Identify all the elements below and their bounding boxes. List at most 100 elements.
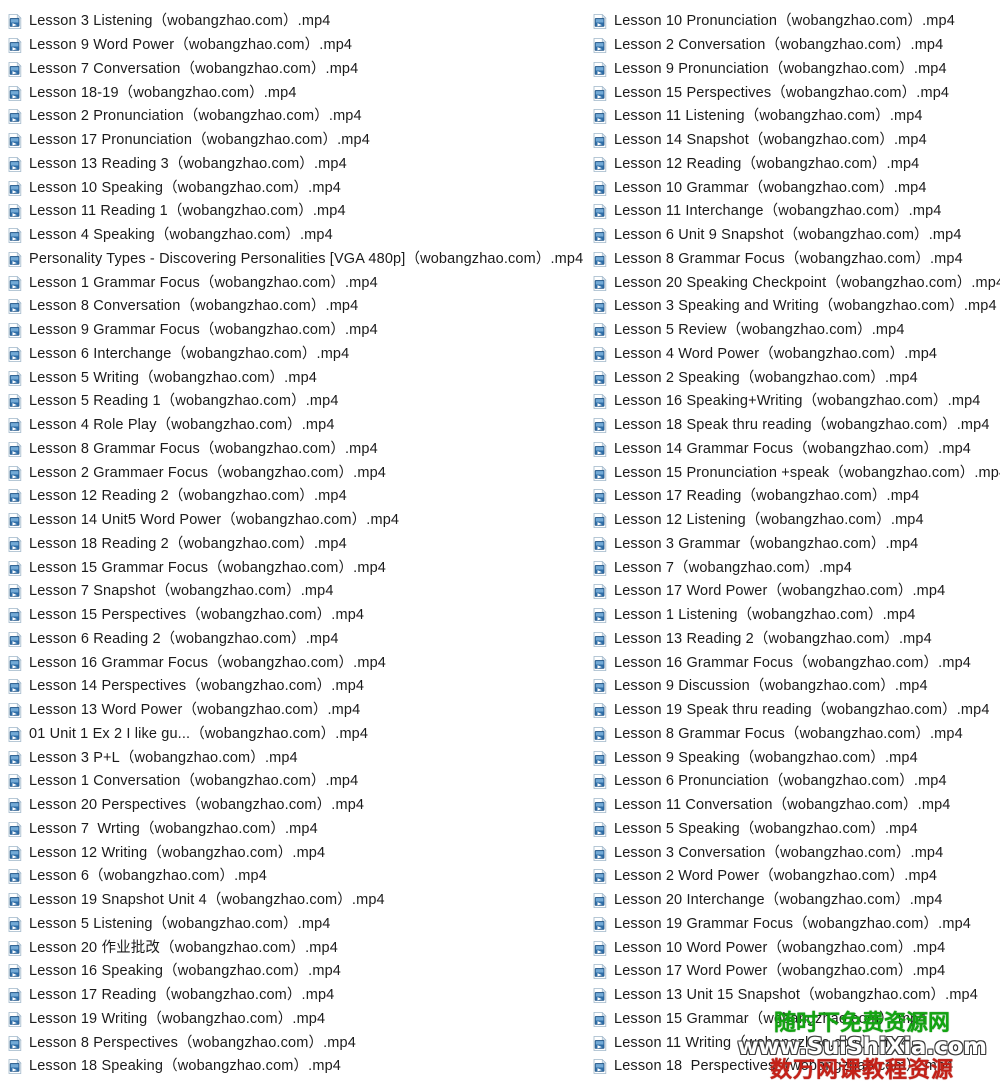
file-list-item[interactable]: Lesson 16 Grammar Focus（wobangzhao.com）.… — [8, 651, 585, 675]
file-list-item[interactable]: Lesson 5 Speaking（wobangzhao.com）.mp4 — [593, 818, 1000, 842]
file-list-item[interactable]: Lesson 5 Listening（wobangzhao.com）.mp4 — [8, 913, 585, 937]
file-list-item[interactable]: Lesson 1 Conversation（wobangzhao.com）.mp… — [8, 770, 585, 794]
file-list-item[interactable]: Lesson 16 Speaking+Writing（wobangzhao.co… — [593, 390, 1000, 414]
file-name-label: Lesson 4 Word Power（wobangzhao.com）.mp4 — [614, 345, 938, 362]
file-list-item[interactable]: Lesson 14 Perspectives（wobangzhao.com）.m… — [8, 675, 585, 699]
file-list-item[interactable]: Lesson 2 Speaking（wobangzhao.com）.mp4 — [593, 366, 1000, 390]
file-list-item[interactable]: Lesson 7 Snapshot（wobangzhao.com）.mp4 — [8, 580, 585, 604]
file-list-item[interactable]: Lesson 15 Perspectives（wobangzhao.com）.m… — [593, 81, 1000, 105]
file-list-item[interactable]: Lesson 11 Reading 1（wobangzhao.com）.mp4 — [8, 200, 585, 224]
file-list-item[interactable]: Lesson 10 Pronunciation（wobangzhao.com）.… — [593, 10, 1000, 34]
file-list-item[interactable]: Lesson 10 Speaking（wobangzhao.com）.mp4 — [8, 176, 585, 200]
file-list-item[interactable]: Lesson 12 Writing（wobangzhao.com）.mp4 — [8, 841, 585, 865]
file-list-item[interactable]: Lesson 5 Reading 1（wobangzhao.com）.mp4 — [8, 390, 585, 414]
file-list-item[interactable]: Lesson 13 Reading 2（wobangzhao.com）.mp4 — [593, 628, 1000, 652]
file-list-item[interactable]: Lesson 2 Grammaer Focus（wobangzhao.com）.… — [8, 461, 585, 485]
file-list-item[interactable]: Lesson 15 Pronunciation +speak（wobangzha… — [593, 461, 1000, 485]
file-list-item[interactable]: Lesson 4 Speaking（wobangzhao.com）.mp4 — [8, 224, 585, 248]
file-list-item[interactable]: Lesson 8 Grammar Focus（wobangzhao.com）.m… — [593, 248, 1000, 272]
file-list-item[interactable]: Lesson 18 Perspectives（wobangzhao.com）.m… — [593, 1055, 1000, 1079]
file-list-item[interactable]: Lesson 10 Word Power（wobangzhao.com）.mp4 — [593, 936, 1000, 960]
file-list-item[interactable]: Lesson 18 Speak thru reading（wobangzhao.… — [593, 414, 1000, 438]
file-name-label: Lesson 7 Wrting（wobangzhao.com）.mp4 — [29, 820, 318, 837]
file-list-item[interactable]: Lesson 16 Speaking（wobangzhao.com）.mp4 — [8, 960, 585, 984]
file-list-item[interactable]: Lesson 3 Listening（wobangzhao.com）.mp4 — [8, 10, 585, 34]
file-list-item[interactable]: Lesson 7 Conversation（wobangzhao.com）.mp… — [8, 58, 585, 82]
file-list-item[interactable]: Lesson 16 Grammar Focus（wobangzhao.com）.… — [593, 651, 1000, 675]
file-list-item[interactable]: Lesson 17 Pronunciation（wobangzhao.com）.… — [8, 129, 585, 153]
file-list-item[interactable]: Lesson 12 Reading（wobangzhao.com）.mp4 — [593, 153, 1000, 177]
file-list-item[interactable]: Lesson 4 Word Power（wobangzhao.com）.mp4 — [593, 343, 1000, 367]
file-list-item[interactable]: Lesson 11 Interchange（wobangzhao.com）.mp… — [593, 200, 1000, 224]
file-list-item[interactable]: Lesson 20 Speaking Checkpoint（wobangzhao… — [593, 271, 1000, 295]
file-list-item[interactable]: Lesson 18 Reading 2（wobangzhao.com）.mp4 — [8, 533, 585, 557]
file-list-item[interactable]: 01 Unit 1 Ex 2 I like gu...（wobangzhao.c… — [8, 723, 585, 747]
file-list-item[interactable]: Lesson 14 Unit5 Word Power（wobangzhao.co… — [8, 509, 585, 533]
file-list-item[interactable]: Lesson 6（wobangzhao.com）.mp4 — [8, 865, 585, 889]
file-list-item[interactable]: Lesson 10 Grammar（wobangzhao.com）.mp4 — [593, 176, 1000, 200]
file-list-item[interactable]: Lesson 17 Word Power（wobangzhao.com）.mp4 — [593, 580, 1000, 604]
file-list-item[interactable]: Lesson 5 Writing（wobangzhao.com）.mp4 — [8, 366, 585, 390]
file-list-item[interactable]: Lesson 12 Listening（wobangzhao.com）.mp4 — [593, 509, 1000, 533]
file-list-item[interactable]: Lesson 11 Conversation（wobangzhao.com）.m… — [593, 794, 1000, 818]
file-list-item[interactable]: Lesson 4 Role Play（wobangzhao.com）.mp4 — [8, 414, 585, 438]
file-list-item[interactable]: Lesson 7 Wrting（wobangzhao.com）.mp4 — [8, 818, 585, 842]
file-list-item[interactable]: Lesson 19 Speak thru reading（wobangzhao.… — [593, 699, 1000, 723]
file-list-item[interactable]: Lesson 13 Reading 3（wobangzhao.com）.mp4 — [8, 153, 585, 177]
file-list-item[interactable]: Lesson 8 Conversation（wobangzhao.com）.mp… — [8, 295, 585, 319]
file-list-item[interactable]: Lesson 3 Grammar（wobangzhao.com）.mp4 — [593, 533, 1000, 557]
file-list-item[interactable]: Lesson 19 Writing（wobangzhao.com）.mp4 — [8, 1008, 585, 1032]
file-list-item[interactable]: Lesson 6 Pronunciation（wobangzhao.com）.m… — [593, 770, 1000, 794]
file-list-item[interactable]: Lesson 5 Review（wobangzhao.com）.mp4 — [593, 319, 1000, 343]
file-list-item[interactable]: Lesson 9 Pronunciation（wobangzhao.com）.m… — [593, 58, 1000, 82]
file-list-item[interactable]: Lesson 1 Grammar Focus（wobangzhao.com）.m… — [8, 271, 585, 295]
file-list-item[interactable]: Lesson 15 Perspectives（wobangzhao.com）.m… — [8, 604, 585, 628]
file-list-item[interactable]: Personality Types - Discovering Personal… — [8, 248, 585, 272]
file-list-item[interactable]: Lesson 3 Speaking and Writing（wobangzhao… — [593, 295, 1000, 319]
media-file-icon — [593, 584, 607, 600]
file-list-item[interactable]: Lesson 14 Grammar Focus（wobangzhao.com）.… — [593, 438, 1000, 462]
file-name-label: Lesson 7（wobangzhao.com）.mp4 — [614, 559, 852, 576]
file-list-item[interactable]: Lesson 13 Unit 15 Snapshot（wobangzhao.co… — [593, 984, 1000, 1008]
media-file-icon — [8, 394, 22, 410]
file-list-item[interactable]: Lesson 2 Pronunciation（wobangzhao.com）.m… — [8, 105, 585, 129]
file-list-item[interactable]: Lesson 9 Word Power（wobangzhao.com）.mp4 — [8, 34, 585, 58]
file-list-item[interactable]: Lesson 19 Grammar Focus（wobangzhao.com）.… — [593, 913, 1000, 937]
file-list-item[interactable]: Lesson 2 Word Power（wobangzhao.com）.mp4 — [593, 865, 1000, 889]
file-list-item[interactable]: Lesson 20 作业批改（wobangzhao.com）.mp4 — [8, 936, 585, 960]
file-list-item[interactable]: Lesson 13 Word Power（wobangzhao.com）.mp4 — [8, 699, 585, 723]
file-list-item[interactable]: Lesson 6 Reading 2（wobangzhao.com）.mp4 — [8, 628, 585, 652]
media-file-icon — [593, 299, 607, 315]
file-list-item[interactable]: Lesson 3 P+L（wobangzhao.com）.mp4 — [8, 746, 585, 770]
file-list-item[interactable]: Lesson 18-19（wobangzhao.com）.mp4 — [8, 81, 585, 105]
file-list-item[interactable]: Lesson 8 Grammar Focus（wobangzhao.com）.m… — [8, 438, 585, 462]
file-list-item[interactable]: Lesson 18 Speaking（wobangzhao.com）.mp4 — [8, 1055, 585, 1079]
file-list-item[interactable]: Lesson 20 Perspectives（wobangzhao.com）.m… — [8, 794, 585, 818]
file-list-item[interactable]: Lesson 19 Snapshot Unit 4（wobangzhao.com… — [8, 889, 585, 913]
file-list-item[interactable]: Lesson 14 Snapshot（wobangzhao.com）.mp4 — [593, 129, 1000, 153]
file-list-item[interactable]: Lesson 8 Perspectives（wobangzhao.com）.mp… — [8, 1031, 585, 1055]
file-list-item[interactable]: Lesson 7（wobangzhao.com）.mp4 — [593, 556, 1000, 580]
file-list-item[interactable]: Lesson 8 Grammar Focus（wobangzhao.com）.m… — [593, 723, 1000, 747]
file-list-item[interactable]: Lesson 6 Unit 9 Snapshot（wobangzhao.com）… — [593, 224, 1000, 248]
file-list-item[interactable]: Lesson 17 Word Power（wobangzhao.com）.mp4 — [593, 960, 1000, 984]
file-list-item[interactable]: Lesson 6 Interchange（wobangzhao.com）.mp4 — [8, 343, 585, 367]
file-list-item[interactable]: Lesson 9 Discussion（wobangzhao.com）.mp4 — [593, 675, 1000, 699]
file-name-label: Lesson 16 Speaking+Writing（wobangzhao.co… — [614, 393, 981, 410]
media-file-icon — [593, 536, 607, 552]
file-list-item[interactable]: Lesson 1 Listening（wobangzhao.com）.mp4 — [593, 604, 1000, 628]
file-list-item[interactable]: Lesson 17 Reading（wobangzhao.com）.mp4 — [8, 984, 585, 1008]
file-list-item[interactable]: Lesson 11 Listening（wobangzhao.com）.mp4 — [593, 105, 1000, 129]
media-file-icon-glyph — [593, 608, 607, 624]
file-list-item[interactable]: Lesson 9 Grammar Focus（wobangzhao.com）.m… — [8, 319, 585, 343]
file-list-item[interactable]: Lesson 2 Conversation（wobangzhao.com）.mp… — [593, 34, 1000, 58]
file-list-item[interactable]: Lesson 15 Grammar Focus（wobangzhao.com）.… — [8, 556, 585, 580]
file-list-item[interactable]: Lesson 12 Reading 2（wobangzhao.com）.mp4 — [8, 485, 585, 509]
file-list-item[interactable]: Lesson 9 Speaking（wobangzhao.com）.mp4 — [593, 746, 1000, 770]
file-list-item[interactable]: Lesson 20 Interchange（wobangzhao.com）.mp… — [593, 889, 1000, 913]
media-file-icon — [593, 204, 607, 220]
file-list-item[interactable]: Lesson 3 Conversation（wobangzhao.com）.mp… — [593, 841, 1000, 865]
file-list-item[interactable]: Lesson 17 Reading（wobangzhao.com）.mp4 — [593, 485, 1000, 509]
file-list-item[interactable]: Lesson 15 Grammar（wobangzhao.com）.mp4 — [593, 1008, 1000, 1032]
file-list-item[interactable]: Lesson 11 Writing（wobangzhao.com）.mp4 — [593, 1031, 1000, 1055]
